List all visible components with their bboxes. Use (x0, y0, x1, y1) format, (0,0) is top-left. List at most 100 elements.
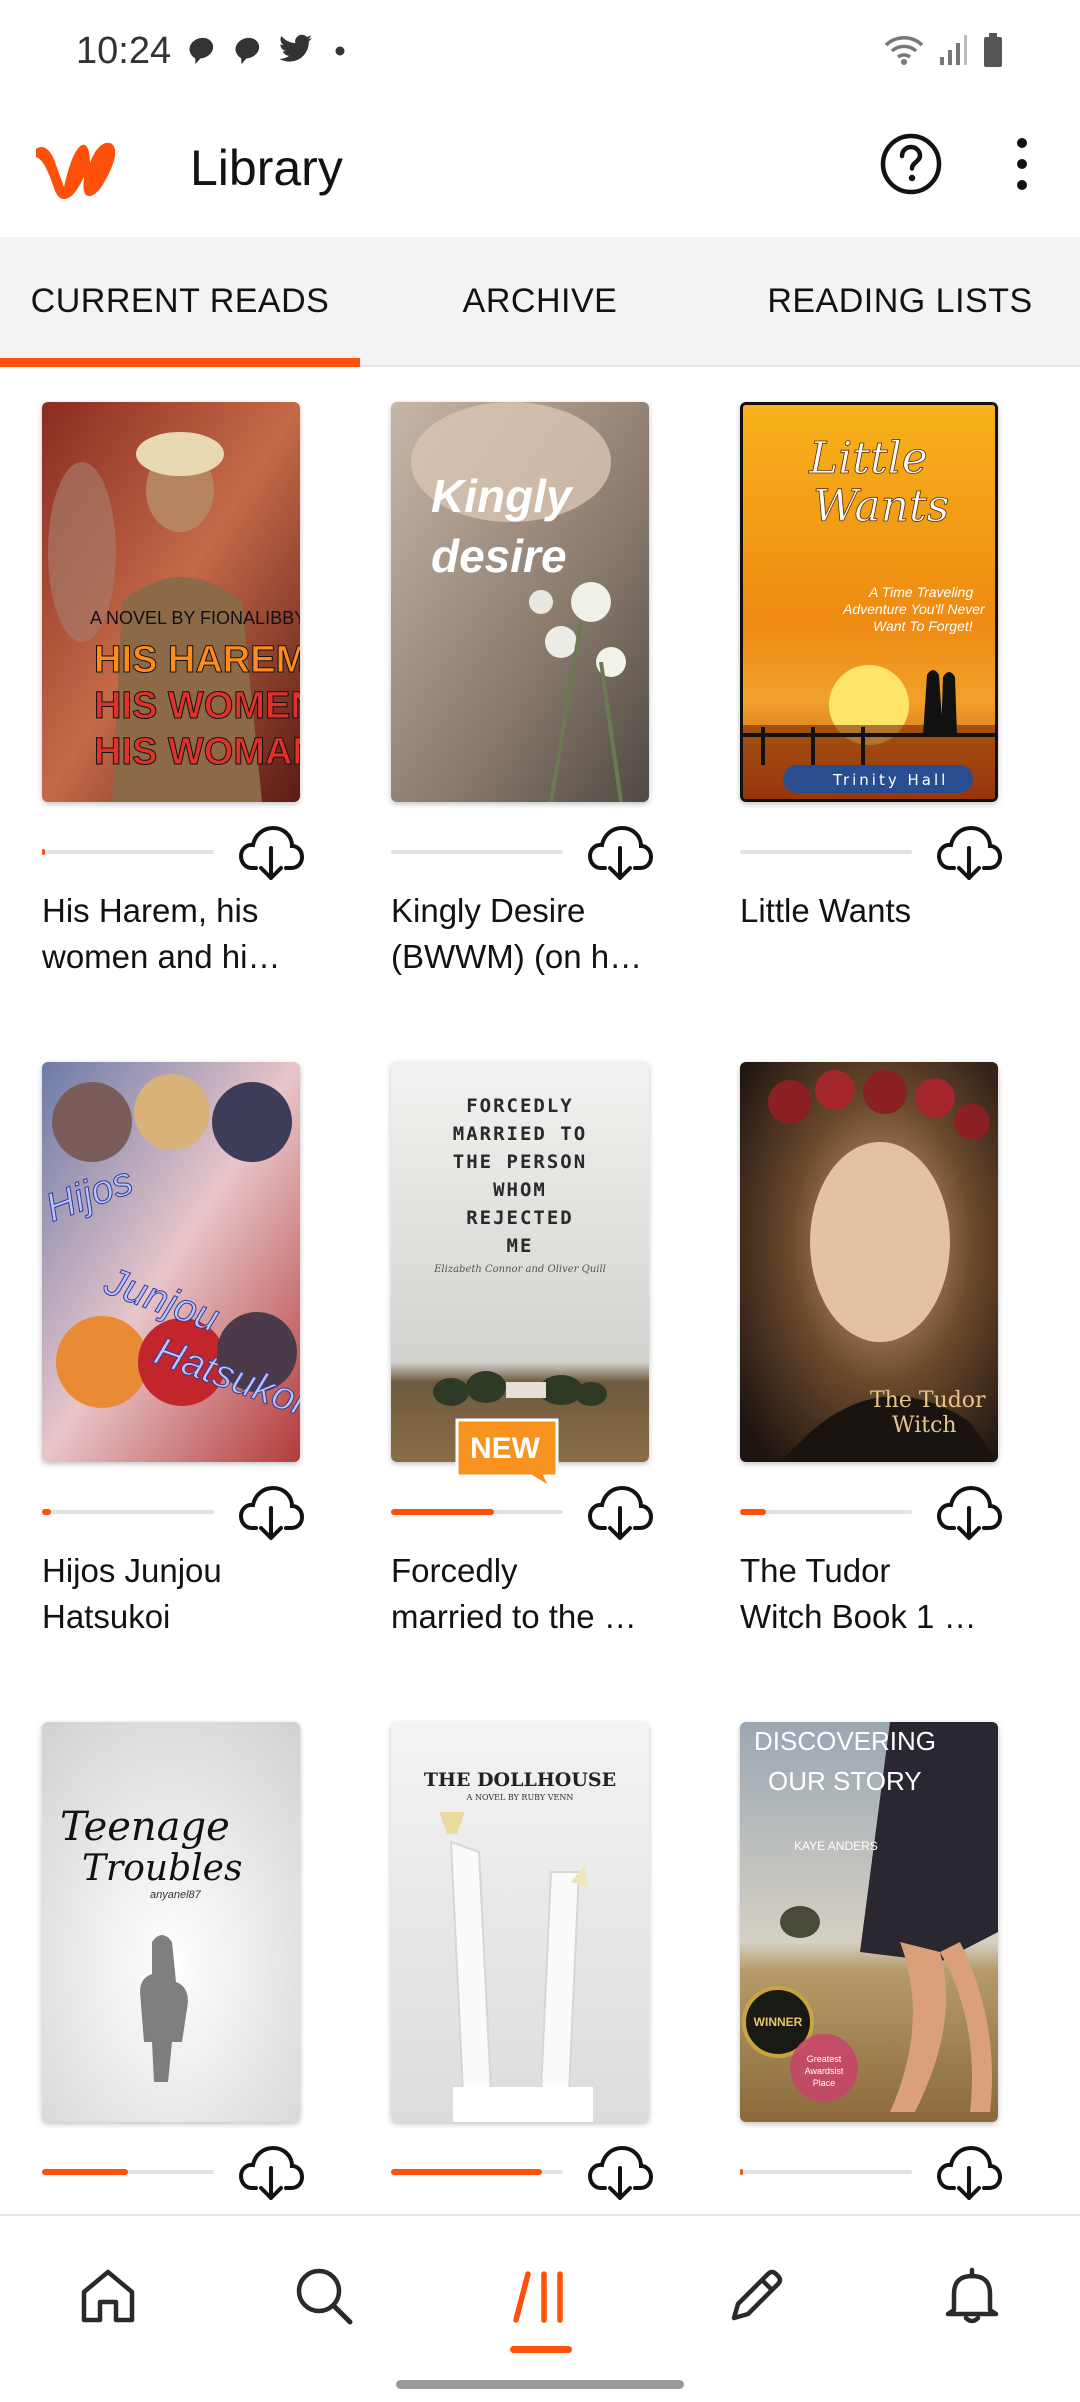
cover-text: Trinity Hall (832, 771, 948, 789)
wifi-icon (884, 36, 924, 65)
book-title[interactable]: His Harem, his women and hi… (42, 888, 322, 980)
progress-fill (42, 2169, 128, 2175)
page-title: Library (190, 140, 343, 196)
cover-text: OUR STORY (768, 1766, 922, 1796)
library-tabs: CURRENT READS ARCHIVE READING LISTS (0, 237, 1080, 367)
cover-text: A NOVEL BY RUBY VENN (466, 1793, 574, 1802)
home-indicator (396, 2380, 684, 2389)
cover-text: anyanel87 (150, 1889, 202, 1901)
cover-text: HIS WOMEN (94, 685, 300, 727)
cover-text: HIS WOMAN. (94, 731, 300, 773)
book-title[interactable]: Hijos Junjou Hatsukoi (42, 1548, 322, 1640)
status-bar: 10:24 (0, 0, 1080, 105)
tab-current-reads[interactable]: CURRENT READS (0, 237, 360, 365)
book-cover[interactable]: Hijos Junjou Hatsukoi (42, 1062, 300, 1462)
progress-fill (740, 2169, 744, 2175)
cover-text: Troubles (82, 1848, 242, 1889)
cover-text: Adventure You'll Never (842, 601, 986, 617)
more-vertical-icon[interactable] (1000, 131, 1044, 197)
new-badge-label: NEW (470, 1432, 541, 1465)
pencil-icon (731, 2269, 783, 2321)
book-cover[interactable]: Teenage Troubles anyanel87 (42, 1722, 300, 2122)
download-cloud-icon[interactable] (238, 1482, 304, 1542)
cover-text: Kingly (431, 470, 574, 522)
cover-text: HIS HAREM, (94, 639, 300, 681)
cover-text: REJECTED (466, 1207, 574, 1229)
cover-text: desire (431, 530, 567, 582)
notification-icons (186, 34, 352, 66)
status-time: 10:24 (76, 30, 172, 72)
nav-library[interactable] (500, 2256, 580, 2336)
cover-text: WHOM (493, 1179, 547, 1201)
book-cover[interactable]: Kingly desire (391, 402, 649, 802)
cover-text: ME (507, 1235, 534, 1257)
cover-text: DISCOVERING (754, 1726, 936, 1756)
active-nav-indicator (510, 2346, 572, 2353)
progress-fill (740, 1509, 766, 1515)
cover-text: Teenage (60, 1804, 230, 1850)
chat-bubble-icon (189, 37, 214, 65)
reading-progress (391, 2169, 563, 2175)
nav-home[interactable] (68, 2256, 148, 2336)
dot-icon (335, 46, 345, 56)
cover-text: The Tudor (870, 1388, 986, 1413)
cover-text: THE PERSON (453, 1151, 587, 1173)
cover-text: MARRIED TO (453, 1123, 587, 1145)
download-cloud-icon[interactable] (238, 2142, 304, 2202)
new-badge: NEW (455, 1418, 559, 1488)
progress-fill (42, 1509, 51, 1515)
progress-fill (42, 849, 46, 855)
wattpad-logo-icon[interactable] (30, 129, 120, 209)
cover-text: A Time Traveling (868, 584, 973, 600)
nav-write[interactable] (716, 2256, 796, 2336)
cover-text: Place (813, 2078, 836, 2088)
cover-text: KAYE ANDERS (794, 1839, 878, 1853)
app-header: Library (0, 105, 1080, 235)
reading-progress (740, 2169, 912, 2175)
reading-progress (42, 1509, 214, 1515)
book-cover[interactable]: A NOVEL BY FIONALIBBY HIS HAREM, HIS WOM… (42, 402, 300, 802)
download-cloud-icon[interactable] (936, 1482, 1002, 1542)
cover-text: A NOVEL BY FIONALIBBY (90, 608, 300, 628)
library-icon (513, 2271, 563, 2323)
reading-progress (391, 1509, 563, 1515)
book-title[interactable]: Kingly Desire (BWWM) (on h… (391, 888, 671, 980)
home-icon (81, 2269, 135, 2323)
help-icon[interactable] (878, 131, 944, 197)
reading-progress (42, 849, 214, 855)
download-cloud-icon[interactable] (587, 822, 653, 882)
tab-archive[interactable]: ARCHIVE (360, 237, 720, 365)
cover-text: Elizabeth Connor and Oliver Quill (433, 1264, 606, 1275)
tab-reading-lists[interactable]: READING LISTS (720, 237, 1080, 365)
book-title[interactable]: The Tudor Witch Book 1 … (740, 1548, 1020, 1640)
battery-icon (984, 33, 1002, 67)
download-cloud-icon[interactable] (936, 2142, 1002, 2202)
book-cover[interactable]: FORCEDLY MARRIED TO THE PERSON WHOM REJE… (391, 1062, 649, 1462)
cover-text: WINNER (754, 2015, 803, 2029)
system-icons (884, 32, 1004, 68)
download-cloud-icon[interactable] (587, 1482, 653, 1542)
cover-text: THE DOLLHOUSE (424, 1769, 616, 1791)
book-cover[interactable]: The Tudor Witch (740, 1062, 998, 1462)
nav-search[interactable] (284, 2256, 364, 2336)
nav-notifications[interactable] (932, 2256, 1012, 2336)
bell-icon (945, 2267, 999, 2324)
reading-progress (391, 850, 563, 854)
signal-icon (940, 35, 967, 65)
book-cover[interactable]: Little Wants A Time Traveling Adventure … (740, 402, 998, 802)
cover-text: FORCEDLY (466, 1095, 574, 1117)
download-cloud-icon[interactable] (936, 822, 1002, 882)
download-cloud-icon[interactable] (238, 822, 304, 882)
reading-progress (740, 850, 912, 854)
book-cover[interactable]: DISCOVERING OUR STORY KAYE ANDERS WINNER… (740, 1722, 998, 2122)
cover-text: Awardsist (805, 2066, 844, 2076)
download-cloud-icon[interactable] (587, 2142, 653, 2202)
search-icon (296, 2268, 353, 2325)
book-cover[interactable]: THE DOLLHOUSE A NOVEL BY RUBY VENN (391, 1722, 649, 2122)
bottom-navigation (0, 2214, 1080, 2402)
reading-progress (42, 2169, 214, 2175)
cover-text: Little (808, 433, 928, 484)
book-title[interactable]: Forcedly married to the … (391, 1548, 671, 1640)
book-title[interactable]: Little Wants (740, 888, 1020, 934)
twitter-bird-icon (279, 34, 312, 62)
